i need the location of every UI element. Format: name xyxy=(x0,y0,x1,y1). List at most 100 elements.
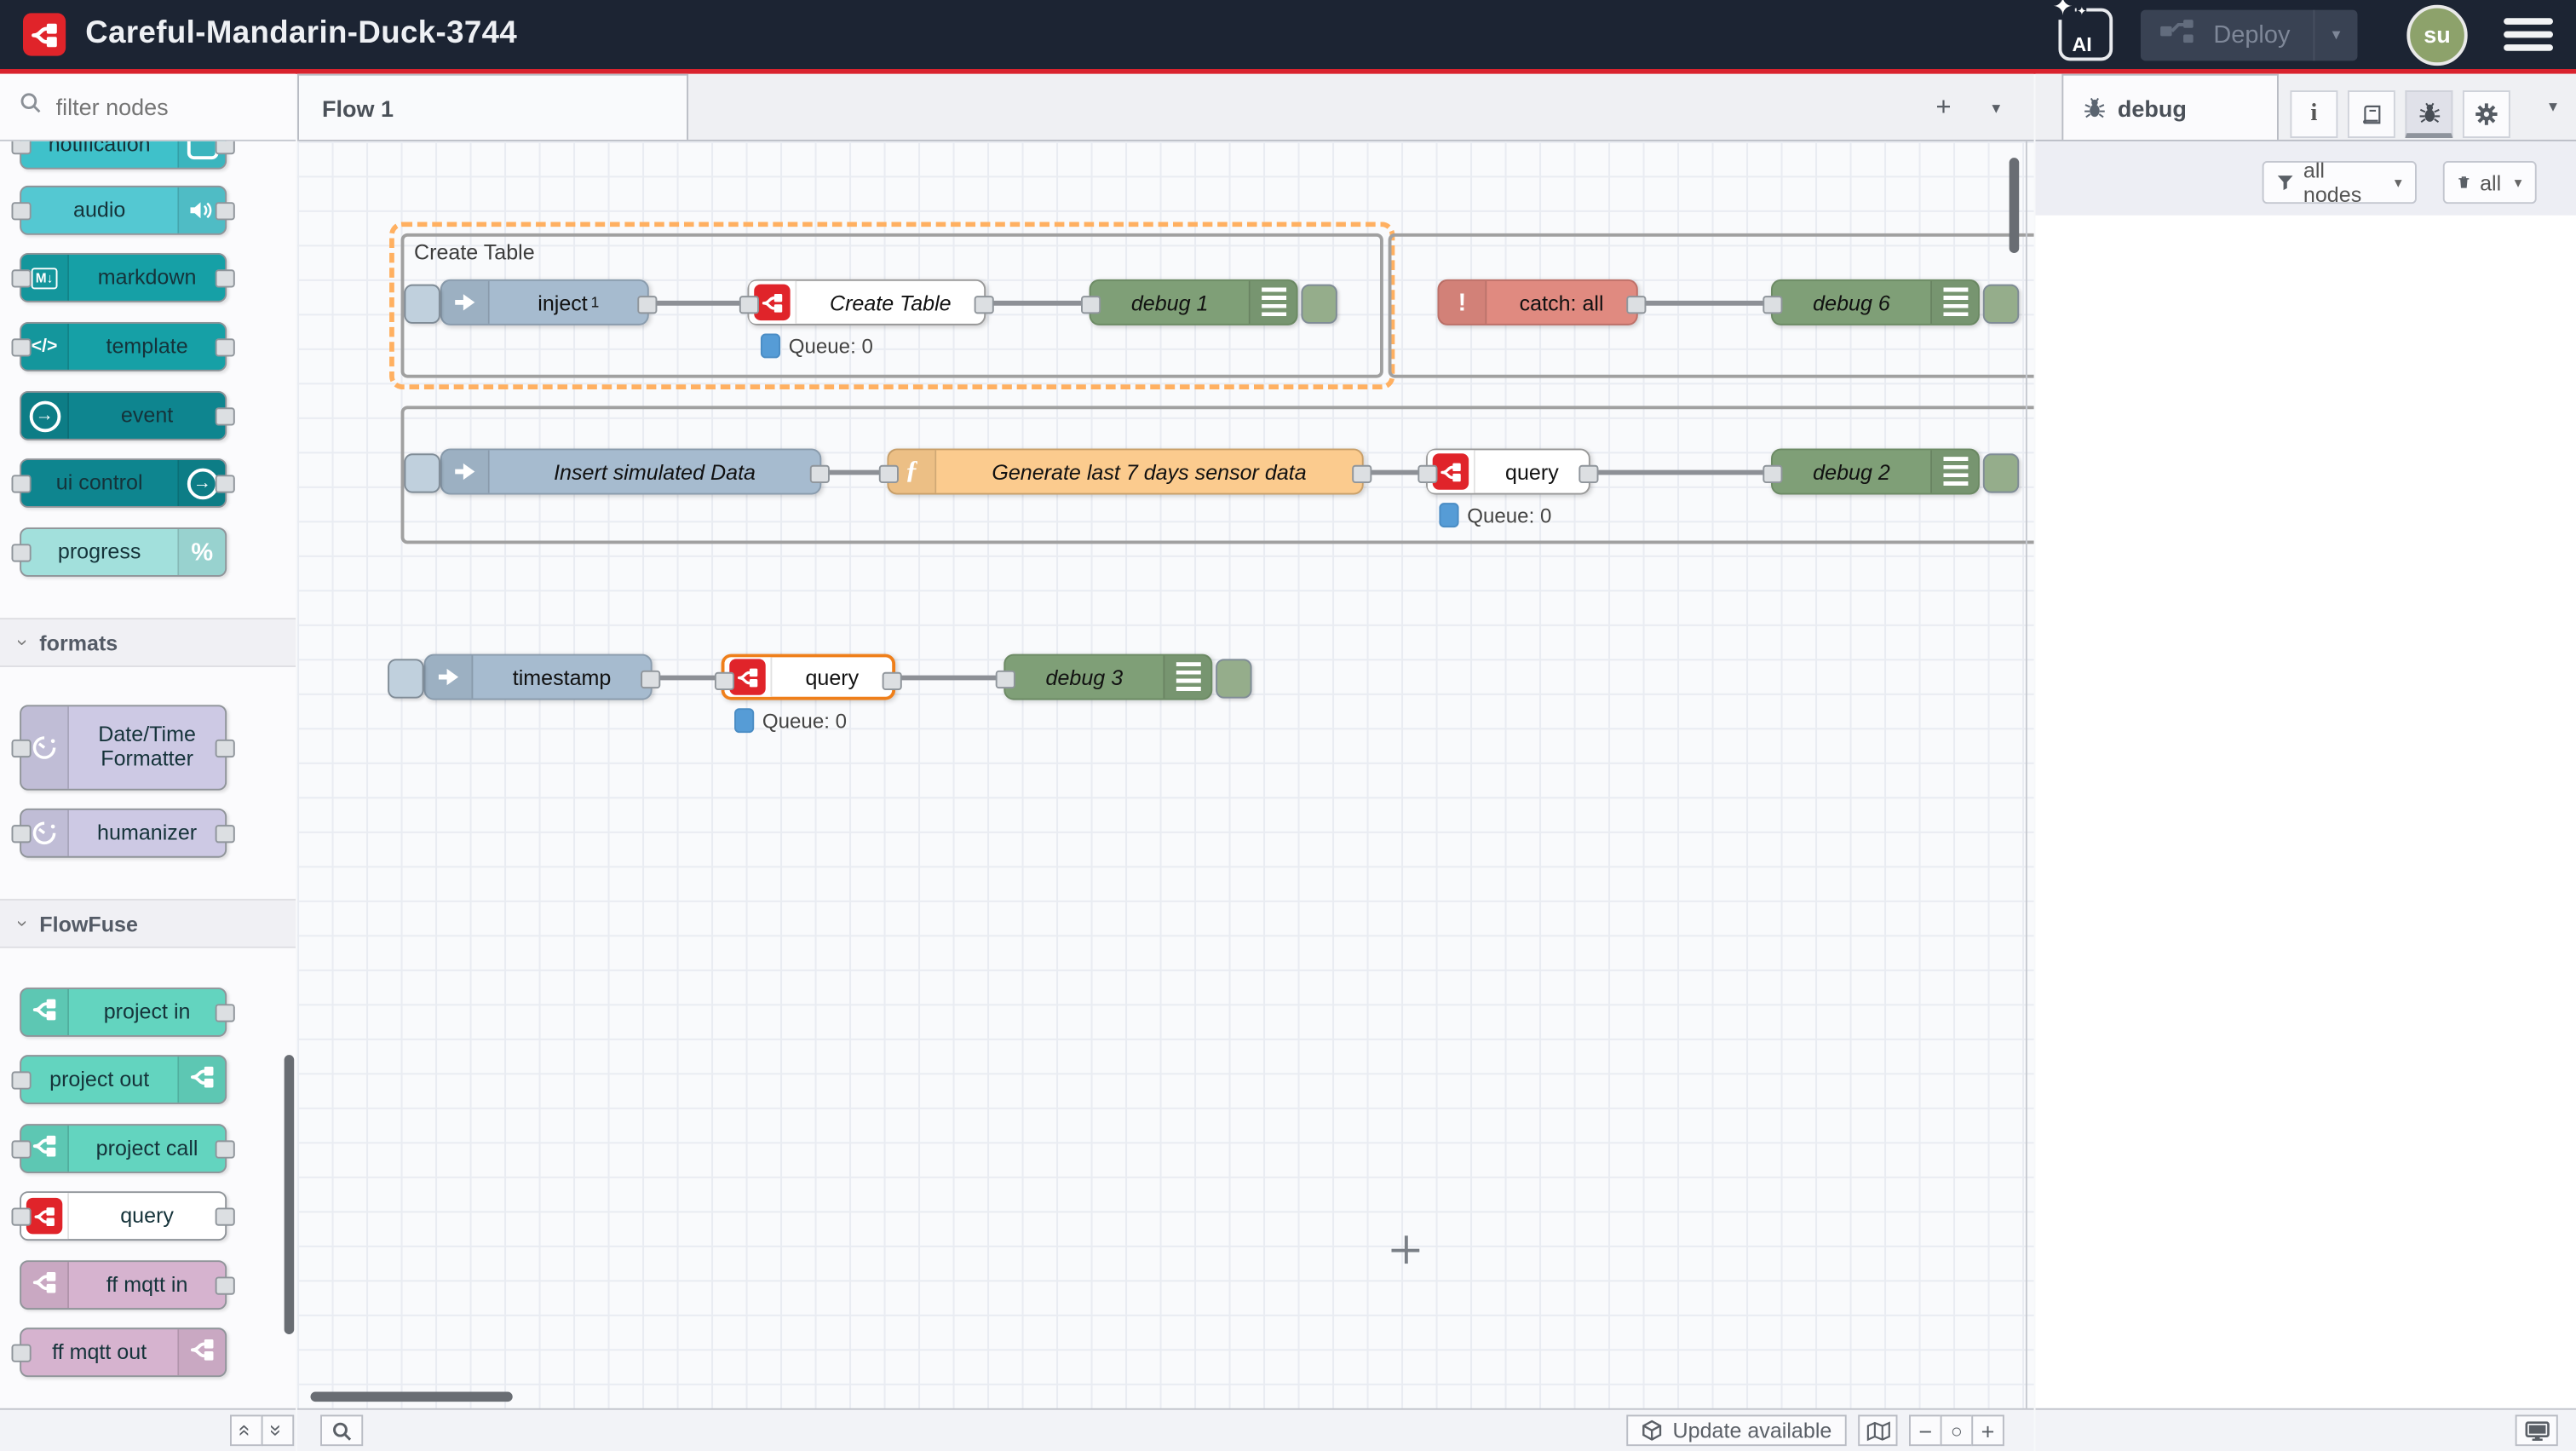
output-port[interactable] xyxy=(641,671,660,688)
flow-node-query2[interactable]: query xyxy=(1426,448,1590,494)
input-port[interactable] xyxy=(11,269,31,287)
add-flow-button[interactable]: + xyxy=(1923,90,1963,126)
output-port[interactable] xyxy=(883,672,902,690)
palette-node-ffmqttin[interactable]: ff mqtt in xyxy=(20,1260,227,1310)
tab-flow-1[interactable]: Flow 1 xyxy=(297,74,688,140)
output-port[interactable] xyxy=(216,1276,235,1294)
input-port[interactable] xyxy=(11,475,31,492)
debug-messages-panel[interactable] xyxy=(2035,216,2575,1410)
sidebar-debug-button[interactable] xyxy=(2405,90,2452,138)
debug-toggle-button[interactable] xyxy=(1983,453,2019,492)
output-port[interactable] xyxy=(216,1004,235,1022)
output-port[interactable] xyxy=(216,141,235,154)
update-available-button[interactable]: Update available xyxy=(1627,1414,1847,1446)
input-port[interactable] xyxy=(879,465,899,483)
wire-catchall-debug6[interactable] xyxy=(1638,300,1771,305)
palette-node-projectin[interactable]: project in xyxy=(20,987,227,1037)
inject-button[interactable] xyxy=(404,453,440,492)
wire-inject3-query3[interactable] xyxy=(653,675,722,680)
input-port[interactable] xyxy=(715,672,734,690)
output-port[interactable] xyxy=(1352,465,1371,483)
debug-toggle-button[interactable] xyxy=(1216,659,1251,698)
flowfuse-logo-icon[interactable] xyxy=(23,13,66,55)
canvas-search-button[interactable] xyxy=(320,1414,363,1446)
flow-node-func1[interactable]: ƒGenerate last 7 days sensor data xyxy=(887,448,1363,494)
palette-section-flowfuse[interactable]: ›FlowFuse xyxy=(0,899,296,948)
palette-node-notification[interactable]: notification xyxy=(20,141,227,170)
input-port[interactable] xyxy=(11,141,31,154)
input-port[interactable] xyxy=(11,544,31,561)
palette-section-formats[interactable]: ›formats xyxy=(0,618,296,667)
output-port[interactable] xyxy=(975,296,994,314)
flow-node-debug3[interactable]: debug 3 xyxy=(1003,654,1212,700)
flow-node-query3[interactable]: query xyxy=(722,654,895,700)
output-port[interactable] xyxy=(810,465,830,483)
input-port[interactable] xyxy=(996,671,1015,688)
sidebar-help-button[interactable] xyxy=(2348,90,2395,138)
palette-expand-all-button[interactable]: » xyxy=(262,1414,295,1446)
flow-node-inject3[interactable]: timestamp xyxy=(424,654,653,700)
palette-node-projectcall[interactable]: project call xyxy=(20,1124,227,1173)
palette-filter-input[interactable] xyxy=(53,92,273,122)
output-port[interactable] xyxy=(216,1207,235,1225)
sidebar-info-button[interactable]: i xyxy=(2290,90,2337,138)
output-port[interactable] xyxy=(637,296,657,314)
open-dashboard-button[interactable] xyxy=(2516,1414,2558,1446)
palette-collapse-all-button[interactable]: « xyxy=(230,1414,263,1446)
sidebar-menu-chevron-icon[interactable]: ▾ xyxy=(2533,89,2573,124)
wire-inject2-func1[interactable] xyxy=(821,469,887,475)
canvas-horizontal-scrollbar[interactable] xyxy=(310,1391,512,1402)
flow-node-debug6[interactable]: debug 6 xyxy=(1771,279,1980,325)
input-port[interactable] xyxy=(11,202,31,220)
flow-node-debug1[interactable]: debug 1 xyxy=(1090,279,1298,325)
zoom-in-button[interactable]: + xyxy=(1971,1414,2004,1446)
input-port[interactable] xyxy=(1762,296,1782,314)
palette-node-pquery[interactable]: query xyxy=(20,1191,227,1241)
input-port[interactable] xyxy=(11,1071,31,1089)
inject-button[interactable] xyxy=(388,659,423,698)
input-port[interactable] xyxy=(11,338,31,356)
flow-node-catchall[interactable]: !catch: all xyxy=(1437,279,1637,325)
debug-toggle-button[interactable] xyxy=(1301,285,1337,324)
sidebar-tab-debug[interactable]: debug xyxy=(2061,74,2279,140)
ai-assistant-button[interactable]: ✦ ✦ AI xyxy=(2059,9,2113,61)
main-menu-button[interactable] xyxy=(2504,18,2553,51)
palette-node-audio[interactable]: audio xyxy=(20,186,227,235)
debug-filter-button[interactable]: all nodes ▾ xyxy=(2263,161,2417,204)
debug-clear-button[interactable]: all ▾ xyxy=(2443,161,2537,204)
navigator-map-button[interactable] xyxy=(1858,1414,1897,1446)
output-port[interactable] xyxy=(216,202,235,220)
wire-query2-debug2[interactable] xyxy=(1590,469,1771,475)
wire-query3-debug3[interactable] xyxy=(895,675,1003,680)
zoom-reset-button[interactable]: ○ xyxy=(1941,1414,1974,1446)
palette-node-markdown[interactable]: M↓markdown xyxy=(20,253,227,302)
output-port[interactable] xyxy=(1578,465,1598,483)
input-port[interactable] xyxy=(1417,465,1437,483)
output-port[interactable] xyxy=(216,1140,235,1158)
palette-node-uicontrol[interactable]: ui control→ xyxy=(20,458,227,508)
inject-button[interactable] xyxy=(404,285,440,324)
sidebar-config-button[interactable] xyxy=(2463,90,2510,138)
output-port[interactable] xyxy=(216,740,235,757)
output-port[interactable] xyxy=(216,338,235,356)
palette-scrollbar[interactable] xyxy=(285,1055,295,1334)
user-avatar[interactable]: su xyxy=(2406,4,2467,65)
palette-node-datetime[interactable]: Date/Time Formatter xyxy=(20,705,227,790)
flow-node-inject1[interactable]: inject1 xyxy=(440,279,649,325)
input-port[interactable] xyxy=(11,1344,31,1362)
palette-node-projectout[interactable]: project out xyxy=(20,1055,227,1104)
wire-func1-query2[interactable] xyxy=(1364,469,1426,475)
canvas-vertical-scrollbar[interactable] xyxy=(2010,158,2020,253)
input-port[interactable] xyxy=(1762,465,1782,483)
input-port[interactable] xyxy=(11,825,31,843)
input-port[interactable] xyxy=(11,1140,31,1158)
flow-node-debug2[interactable]: debug 2 xyxy=(1771,448,1980,494)
output-port[interactable] xyxy=(216,475,235,492)
output-port[interactable] xyxy=(216,825,235,843)
output-port[interactable] xyxy=(216,407,235,425)
input-port[interactable] xyxy=(11,740,31,757)
zoom-out-button[interactable]: − xyxy=(1909,1414,1942,1446)
palette-node-progress[interactable]: progress% xyxy=(20,527,227,577)
input-port[interactable] xyxy=(739,296,759,314)
wire-inject1-createtable[interactable] xyxy=(649,300,748,305)
